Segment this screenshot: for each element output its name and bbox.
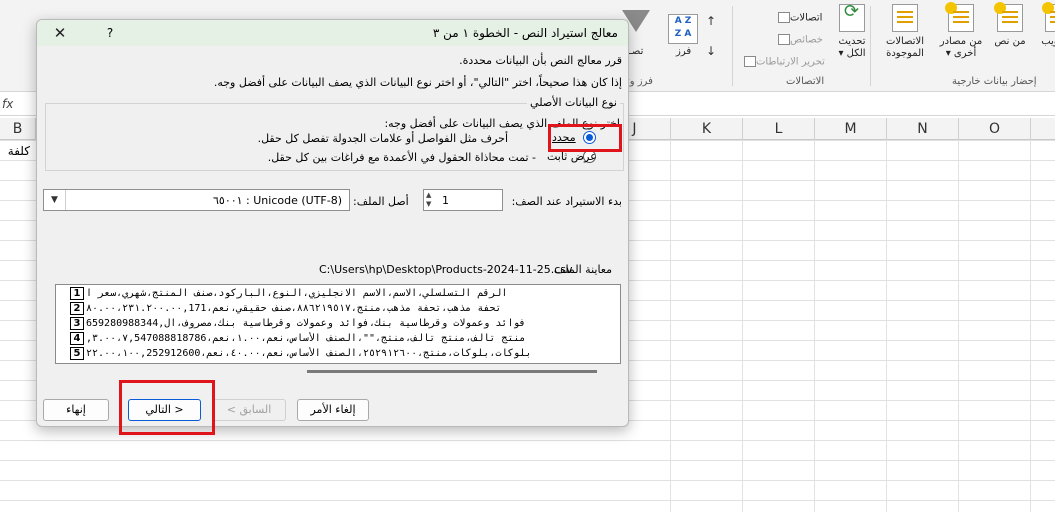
- sort-az-icon[interactable]: A ZZ A: [668, 14, 698, 44]
- from-other-sources-button[interactable]: من مصادر أخرى ▾: [935, 2, 987, 60]
- annotation-highlight-delimited: [548, 124, 622, 152]
- sort-ascending-icon[interactable]: ↑: [706, 14, 716, 28]
- gridline: [1030, 140, 1031, 512]
- preview-row-number: 4: [70, 332, 84, 345]
- group-label-external-data: إحضار بيانات خارجية: [952, 76, 1037, 87]
- preview-row-text: فوائد وعمولات وقرطاسية بنك،فوائد وعمولات…: [86, 318, 526, 329]
- column-header[interactable]: O: [959, 118, 1031, 140]
- preview-row-number: 1: [70, 287, 84, 300]
- properties-icon: [778, 34, 790, 45]
- from-text-button[interactable]: من نص: [984, 2, 1036, 48]
- start-row-value: 1: [442, 194, 449, 207]
- column-header[interactable]: N: [887, 118, 959, 140]
- connections-button[interactable]: اتصالات: [774, 12, 822, 24]
- file-origin-value: ٦٥٠٠١ : Unicode (UTF-8): [213, 194, 342, 207]
- refresh-icon: [839, 4, 865, 32]
- preview-row-text: منتج تالف،منتج تالف،منتج،""،الصنف الأساس…: [86, 333, 526, 344]
- data-type-legend: نوع البيانات الأصلي: [527, 96, 620, 109]
- preview-row-number: 5: [70, 347, 84, 360]
- filter-button[interactable]: تصـ: [629, 46, 643, 57]
- from-web-icon: [1042, 2, 1055, 32]
- ribbon-separator: [732, 6, 733, 86]
- close-icon[interactable]: ✕: [47, 22, 73, 44]
- delimited-description: أحرف مثل الفواصل أو علامات الجدولة تفصل …: [257, 132, 508, 145]
- text-file-icon: [994, 2, 1023, 32]
- other-sources-icon: [945, 2, 974, 32]
- edit-links-icon: [744, 56, 756, 67]
- help-button[interactable]: ?: [101, 23, 119, 43]
- properties-button[interactable]: خصائص: [774, 34, 823, 46]
- spin-down-icon[interactable]: ▼: [426, 200, 431, 208]
- start-row-label: بدء الاستيراد عند الصف:: [511, 195, 622, 208]
- existing-connections-icon: [892, 4, 918, 32]
- preview-row: 3 فوائد وعمولات وقرطاسية بنك،فوائد وعمول…: [56, 317, 620, 330]
- start-row-spinner[interactable]: ▲ ▼ 1: [423, 189, 503, 211]
- gridline: [814, 140, 815, 512]
- fx-icon: fx: [2, 97, 14, 111]
- edit-links-button[interactable]: تحرير الارتباطات: [740, 56, 825, 68]
- intro-text: قرر معالج النص بأن البيانات محددة.: [459, 54, 622, 67]
- gridline: [670, 140, 671, 512]
- group-label-connections: الاتصالات: [786, 76, 825, 87]
- refresh-all-button[interactable]: تحديث الكل ▾: [826, 4, 878, 60]
- connections-icon: [778, 12, 790, 23]
- preview-row-text: تحفة مذهب،تحفة مذهب،منتج،٨٨٦٢١٩٥١٧،صنف ح…: [86, 303, 502, 314]
- back-button[interactable]: < السابق: [212, 399, 286, 421]
- chevron-down-icon[interactable]: ▼: [44, 190, 66, 210]
- preview-row: 2 تحفة مذهب،تحفة مذهب،منتج،٨٨٦٢١٩٥١٧،صنف…: [56, 302, 620, 315]
- sort-button[interactable]: فرز: [676, 46, 691, 57]
- dialog-title: معالج استيراد النص - الخطوة ١ من ٣: [432, 26, 618, 40]
- preview-row-text: الرقم التسلسلي،الاسم،الاسم الانجليزي،الن…: [86, 288, 508, 299]
- intro-instruction: إذا كان هذا صحيحاً، اختر "التالي"، أو اخ…: [213, 76, 622, 89]
- gridline: [742, 140, 743, 512]
- preview-row-number: 2: [70, 302, 84, 315]
- finish-button[interactable]: إنهاء: [43, 399, 109, 421]
- file-origin-label: أصل الملف:: [353, 195, 409, 208]
- gridline: [958, 140, 959, 512]
- annotation-highlight-next: [119, 380, 215, 435]
- column-header[interactable]: M: [815, 118, 887, 140]
- column-header[interactable]: B: [0, 118, 36, 140]
- existing-connections-button[interactable]: الاتصالات الموجودة: [879, 4, 931, 60]
- spin-up-icon[interactable]: ▲: [426, 191, 431, 199]
- cell-b2[interactable]: كلفة: [0, 144, 30, 158]
- column-header[interactable]: K: [671, 118, 743, 140]
- preview-file-path: C:\Users\hp\Desktop\Products-2024-11-25.…: [319, 263, 573, 276]
- preview-row-text: بلوكات،بلوكات،منتج،٢٥٢٩١٢٦٠٠،الصنف الأسا…: [86, 348, 532, 359]
- sort-descending-icon[interactable]: ↓: [706, 44, 716, 58]
- column-header[interactable]: L: [743, 118, 815, 140]
- dialog-titlebar[interactable]: معالج استيراد النص - الخطوة ١ من ٣ ? ✕: [37, 20, 628, 46]
- file-preview[interactable]: 1 الرقم التسلسلي،الاسم،الاسم الانجليزي،ا…: [55, 284, 621, 364]
- preview-horizontal-scrollbar[interactable]: [307, 370, 597, 373]
- fixed-width-description: - تمت محاذاة الحقول في الأعمدة مع فراغات…: [267, 151, 536, 164]
- preview-row: 1 الرقم التسلسلي،الاسم،الاسم الانجليزي،ا…: [56, 287, 620, 300]
- gridline: [886, 140, 887, 512]
- preview-row: 4 منتج تالف،منتج تالف،منتج،""،الصنف الأس…: [56, 332, 620, 345]
- preview-row-number: 3: [70, 317, 84, 330]
- preview-row: 5 بلوكات،بلوكات،منتج،٢٥٢٩١٢٦٠٠،الصنف الأ…: [56, 347, 620, 360]
- file-origin-select[interactable]: ▼ ٦٥٠٠١ : Unicode (UTF-8): [43, 189, 350, 211]
- cancel-button[interactable]: إلغاء الأمر: [297, 399, 369, 421]
- text-import-wizard-dialog: معالج استيراد النص - الخطوة ١ من ٣ ? ✕ ق…: [36, 19, 629, 427]
